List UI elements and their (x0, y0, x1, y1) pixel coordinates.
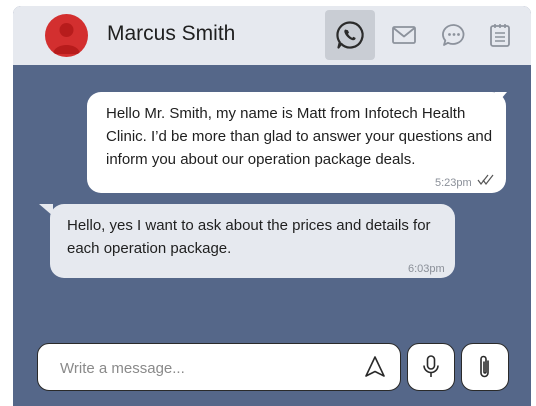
send-icon (365, 356, 385, 377)
send-button[interactable] (360, 352, 390, 382)
whatsapp-icon (336, 21, 364, 49)
message-outgoing: Hello Mr. Smith, my name is Matt from In… (87, 92, 506, 193)
channel-notes-button[interactable] (475, 10, 525, 60)
message-time: 6:03pm (408, 263, 445, 275)
channel-mail-button[interactable] (379, 10, 429, 60)
channel-whatsapp-button[interactable] (325, 10, 375, 60)
message-time: 5:23pm (435, 177, 472, 189)
avatar[interactable] (45, 14, 88, 57)
channel-chat-button[interactable] (429, 10, 479, 60)
chat-bubble-icon (442, 24, 465, 46)
double-check-icon (477, 174, 494, 185)
message-text: Hello Mr. Smith, my name is Matt from In… (106, 105, 493, 168)
message-incoming: Hello, yes I want to ask about the price… (50, 204, 455, 278)
voice-record-button[interactable] (407, 343, 455, 391)
message-text: Hello, yes I want to ask about the price… (67, 217, 431, 257)
chat-header: Marcus Smith (13, 6, 531, 65)
chat-window: Marcus Smith Hello Mr. Smith, my name is… (13, 6, 531, 406)
attach-button[interactable] (461, 343, 509, 391)
paperclip-icon (480, 355, 489, 378)
microphone-icon (423, 355, 439, 377)
user-silhouette-icon (53, 23, 80, 54)
mail-icon (392, 26, 416, 44)
message-composer (37, 343, 401, 391)
notes-icon (490, 24, 510, 47)
message-input[interactable] (58, 356, 352, 380)
contact-name: Marcus Smith (107, 22, 236, 45)
